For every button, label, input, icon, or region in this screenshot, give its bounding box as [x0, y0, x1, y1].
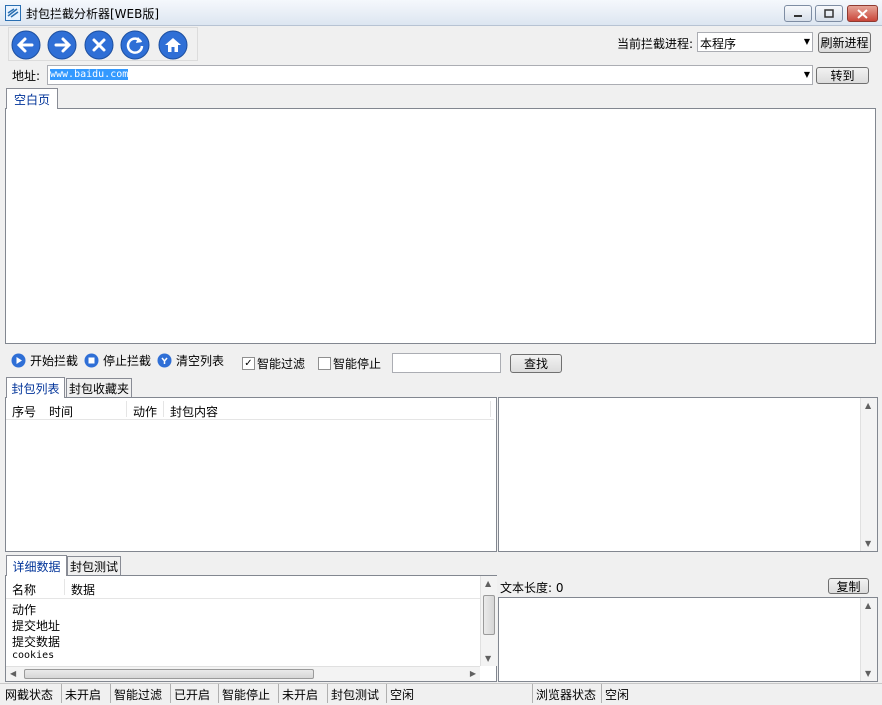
smart-stop-label: 智能停止 — [333, 357, 382, 371]
scroll-up-icon[interactable]: ▲ — [485, 579, 491, 588]
header-divider — [6, 598, 480, 599]
minimize-icon — [794, 14, 802, 17]
packet-list[interactable]: 序号 时间 动作 封包内容 — [5, 397, 497, 552]
scroll-down-icon[interactable]: ▼ — [865, 669, 871, 678]
browser-view[interactable] — [5, 108, 876, 344]
back-button[interactable] — [11, 30, 41, 60]
detail-row-url[interactable]: 提交地址 — [12, 617, 60, 634]
close-button[interactable] — [847, 5, 878, 22]
scroll-down-icon[interactable]: ▼ — [865, 539, 871, 548]
status-test-label: 封包测试 — [329, 684, 387, 703]
text-view[interactable]: ▲ ▼ — [498, 597, 878, 682]
find-button[interactable]: 查找 — [510, 354, 562, 373]
go-button[interactable]: 转到 — [816, 67, 869, 84]
arrow-right-icon — [47, 30, 77, 60]
tab-packet-test[interactable]: 封包测试 — [67, 556, 121, 576]
scrollbar-thumb[interactable] — [483, 595, 495, 635]
column-header-action[interactable]: 动作 — [133, 403, 157, 420]
status-capture-value: 未开启 — [63, 684, 111, 703]
refresh-process-button[interactable]: 刷新进程 — [818, 32, 871, 53]
column-header-index[interactable]: 序号 — [12, 403, 36, 420]
status-browser-value: 空闲 — [605, 688, 630, 702]
scrollbar-thumb[interactable] — [24, 669, 314, 679]
close-icon — [857, 8, 868, 19]
column-header-time[interactable]: 时间 — [49, 403, 73, 420]
title-bar: 封包拦截分析器[WEB版] — [0, 0, 882, 26]
tab-packet-list[interactable]: 封包列表 — [6, 377, 65, 398]
status-smart-stop-label: 智能停止 — [220, 684, 279, 703]
text-length-label: 文本长度: 0 — [500, 581, 564, 595]
column-header-content[interactable]: 封包内容 — [170, 403, 218, 420]
smart-filter-checkbox[interactable]: ✓ 智能过滤 — [242, 355, 305, 372]
column-header-name[interactable]: 名称 — [12, 581, 36, 598]
clear-list-label: 清空列表 — [176, 354, 225, 368]
status-filter-value: 已开启 — [172, 684, 219, 703]
column-divider — [64, 579, 65, 595]
packet-list-header: 序号 时间 动作 封包内容 — [6, 398, 494, 420]
horizontal-scrollbar[interactable]: ◀ ▶ — [6, 666, 480, 681]
scroll-down-icon[interactable]: ▼ — [485, 654, 491, 663]
detail-row-action[interactable]: 动作 — [12, 601, 36, 618]
column-header-data[interactable]: 数据 — [71, 581, 95, 598]
home-button[interactable] — [158, 30, 188, 60]
scroll-right-icon[interactable]: ▶ — [470, 669, 476, 678]
maximize-icon — [824, 9, 834, 18]
play-icon — [11, 353, 26, 368]
chevron-down-icon: ▼ — [803, 70, 810, 79]
process-label: 当前拦截进程: — [617, 37, 694, 51]
status-test-value: 空闲 — [388, 684, 533, 703]
scroll-up-icon[interactable]: ▲ — [865, 401, 871, 410]
smart-filter-label: 智能过滤 — [257, 357, 306, 371]
address-input[interactable]: www.baidu.com ▼ — [47, 65, 813, 85]
scroll-left-icon[interactable]: ◀ — [10, 669, 16, 678]
stop-capture-button[interactable]: 停止拦截 — [84, 352, 151, 369]
smart-stop-checkbox[interactable]: 智能停止 — [318, 355, 381, 372]
detail-row-cookies[interactable]: cookies — [12, 650, 54, 661]
status-capture-label: 网截状态 — [3, 684, 62, 703]
vertical-scrollbar[interactable]: ▲ ▼ — [860, 398, 877, 551]
refresh-button[interactable] — [120, 30, 150, 60]
column-divider — [490, 401, 491, 417]
window-title: 封包拦截分析器[WEB版] — [26, 7, 160, 21]
column-divider — [126, 401, 127, 417]
vertical-scrollbar[interactable]: ▲ ▼ — [480, 576, 497, 666]
scroll-up-icon[interactable]: ▲ — [865, 601, 871, 610]
column-divider — [163, 401, 164, 417]
detail-table[interactable]: 名称 数据 动作 提交地址 提交数据 cookies ▲ ▼ ◀ ▶ — [5, 575, 497, 682]
start-capture-label: 开始拦截 — [30, 354, 79, 368]
refresh-icon — [120, 30, 150, 60]
start-capture-button[interactable]: 开始拦截 — [11, 352, 78, 369]
copy-button[interactable]: 复制 — [828, 578, 869, 594]
address-label: 地址: — [12, 69, 41, 83]
status-filter-label: 智能过滤 — [112, 684, 171, 703]
tab-blank-page[interactable]: 空白页 — [6, 88, 58, 109]
tab-packet-favorites[interactable]: 封包收藏夹 — [66, 378, 132, 398]
clear-icon — [157, 353, 172, 368]
clear-list-button[interactable]: 清空列表 — [157, 352, 224, 369]
search-input[interactable] — [392, 353, 501, 373]
packet-content-view[interactable]: ▲ ▼ — [498, 397, 878, 552]
chevron-down-icon: ▼ — [803, 37, 810, 46]
status-browser-label: 浏览器状态 — [534, 684, 602, 703]
stop-icon — [84, 353, 99, 368]
process-select-value: 本程序 — [700, 37, 737, 51]
arrow-left-icon — [11, 30, 41, 60]
stop-button[interactable] — [84, 30, 114, 60]
x-icon — [84, 30, 114, 60]
maximize-button[interactable] — [815, 5, 843, 22]
home-icon — [158, 30, 188, 60]
status-smart-stop-value: 未开启 — [280, 684, 328, 703]
address-input-value: www.baidu.com — [50, 69, 129, 80]
process-select[interactable]: 本程序 ▼ — [697, 32, 813, 52]
stop-capture-label: 停止拦截 — [103, 354, 152, 368]
app-logo-icon — [5, 5, 21, 21]
minimize-button[interactable] — [784, 5, 812, 22]
vertical-scrollbar[interactable]: ▲ ▼ — [860, 598, 877, 681]
checkbox-checked-icon: ✓ — [242, 357, 255, 370]
detail-row-post-data[interactable]: 提交数据 — [12, 633, 60, 650]
tab-detail-data[interactable]: 详细数据 — [6, 555, 67, 576]
checkbox-unchecked-icon — [318, 357, 331, 370]
forward-button[interactable] — [47, 30, 77, 60]
